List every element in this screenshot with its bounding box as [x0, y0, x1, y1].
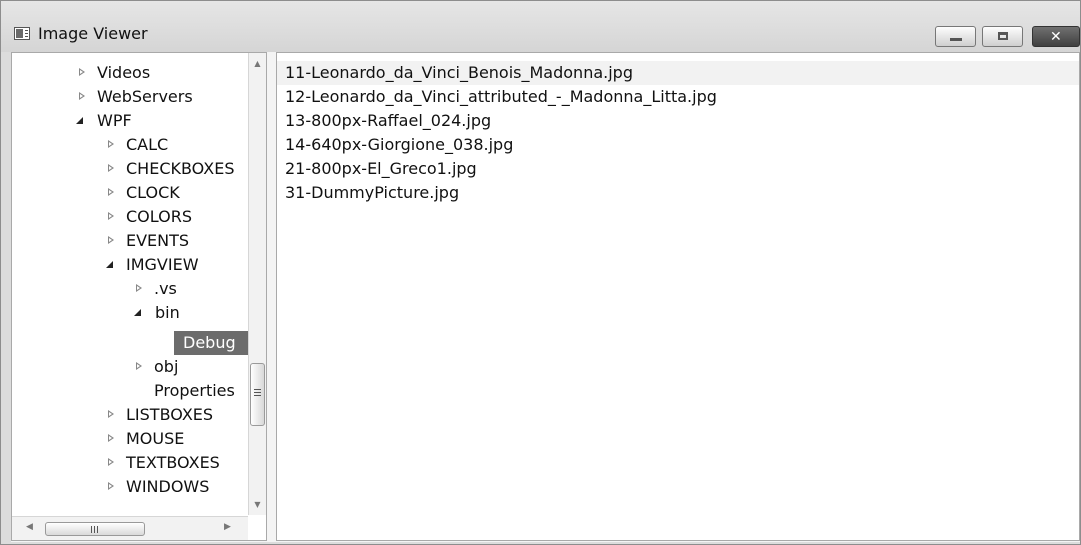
- collapsed-arrow-icon[interactable]: [108, 410, 114, 418]
- tree-item-label: TEXTBOXES: [126, 453, 220, 472]
- title-bar[interactable]: Image Viewer ✕: [1, 1, 1080, 52]
- image-viewer-icon: [14, 27, 30, 40]
- tree-item-label: IMGVIEW: [126, 255, 199, 274]
- file-list-item[interactable]: 11-Leonardo_da_Vinci_Benois_Madonna.jpg: [277, 61, 1079, 85]
- grip-icon: [91, 526, 92, 533]
- file-list-item[interactable]: 12-Leonardo_da_Vinci_attributed_-_Madonn…: [277, 85, 1079, 109]
- tree-horizontal-scrollbar[interactable]: ◀ ▶: [12, 516, 248, 540]
- collapsed-arrow-icon[interactable]: [108, 188, 114, 196]
- file-list[interactable]: 11-Leonardo_da_Vinci_Benois_Madonna.jpg …: [276, 52, 1080, 541]
- tree-item-label: bin: [155, 303, 180, 322]
- tree-item-label: WINDOWS: [126, 477, 210, 496]
- collapsed-arrow-icon[interactable]: [108, 434, 114, 442]
- window-title: Image Viewer: [38, 24, 148, 43]
- collapsed-arrow-icon[interactable]: [108, 140, 114, 148]
- collapsed-arrow-icon[interactable]: [136, 362, 142, 370]
- tree-item-label: Debug: [183, 333, 236, 352]
- collapsed-arrow-icon[interactable]: [136, 284, 142, 292]
- vertical-scroll-thumb[interactable]: [250, 363, 265, 426]
- collapsed-arrow-icon[interactable]: [108, 458, 114, 466]
- scroll-down-icon[interactable]: ▼: [249, 496, 266, 513]
- collapsed-arrow-icon[interactable]: [79, 92, 85, 100]
- file-name: 13-800px-Raffael_024.jpg: [285, 111, 492, 130]
- maximize-icon: [998, 32, 1008, 40]
- file-list-item[interactable]: 21-800px-El_Greco1.jpg: [277, 157, 1079, 181]
- file-list-item[interactable]: 31-DummyPicture.jpg: [277, 181, 1079, 205]
- close-icon: ✕: [1050, 29, 1062, 45]
- tree-item-label: COLORS: [126, 207, 192, 226]
- close-button[interactable]: ✕: [1032, 26, 1080, 47]
- tree-vertical-scrollbar[interactable]: ▲ ▼: [248, 53, 266, 515]
- collapsed-arrow-icon[interactable]: [108, 212, 114, 220]
- file-name: 14-640px-Giorgione_038.jpg: [285, 135, 514, 154]
- tree-item-label: CALC: [126, 135, 169, 154]
- horizontal-scroll-thumb[interactable]: [45, 522, 145, 536]
- scroll-up-icon[interactable]: ▲: [249, 55, 266, 72]
- client-area: Videos WebServers WPF CALC CHECKBOXES CL…: [11, 52, 1080, 542]
- expanded-arrow-icon[interactable]: [106, 261, 113, 268]
- tree-item-label: WebServers: [97, 87, 193, 106]
- file-name: 12-Leonardo_da_Vinci_attributed_-_Madonn…: [285, 87, 717, 106]
- tree-item-label: MOUSE: [126, 429, 185, 448]
- file-name: 31-DummyPicture.jpg: [285, 183, 460, 202]
- file-name: 11-Leonardo_da_Vinci_Benois_Madonna.jpg: [285, 63, 633, 82]
- tree-item-label: obj: [154, 357, 179, 376]
- tree-item-label: Properties: [154, 381, 235, 400]
- scroll-right-icon[interactable]: ▶: [224, 522, 231, 532]
- tree-item-label: EVENTS: [126, 231, 190, 250]
- minimize-icon: [950, 38, 962, 41]
- collapsed-arrow-icon[interactable]: [79, 68, 85, 76]
- tree-item-label: WPF: [97, 111, 132, 130]
- tree-item-label: CLOCK: [126, 183, 180, 202]
- collapsed-arrow-icon[interactable]: [108, 164, 114, 172]
- folder-tree[interactable]: Videos WebServers WPF CALC CHECKBOXES CL…: [11, 52, 267, 541]
- maximize-button[interactable]: [982, 26, 1023, 47]
- tree-item-label: LISTBOXES: [126, 405, 214, 424]
- expanded-arrow-icon[interactable]: [76, 117, 83, 124]
- file-name: 21-800px-El_Greco1.jpg: [285, 159, 477, 178]
- file-list-item[interactable]: 13-800px-Raffael_024.jpg: [277, 109, 1079, 133]
- tree-item-label: .vs: [154, 279, 177, 298]
- minimize-button[interactable]: [935, 26, 976, 47]
- expanded-arrow-icon[interactable]: [134, 309, 141, 316]
- tree-item-label: Videos: [97, 63, 151, 82]
- image-viewer-window: Image Viewer ✕ Videos WebServers WPF CAL…: [0, 0, 1081, 545]
- grip-icon: [254, 389, 261, 390]
- collapsed-arrow-icon[interactable]: [108, 236, 114, 244]
- file-list-item[interactable]: 14-640px-Giorgione_038.jpg: [277, 133, 1079, 157]
- tree-item-label: CHECKBOXES: [126, 159, 235, 178]
- scroll-left-icon[interactable]: ◀: [26, 522, 33, 532]
- collapsed-arrow-icon[interactable]: [108, 482, 114, 490]
